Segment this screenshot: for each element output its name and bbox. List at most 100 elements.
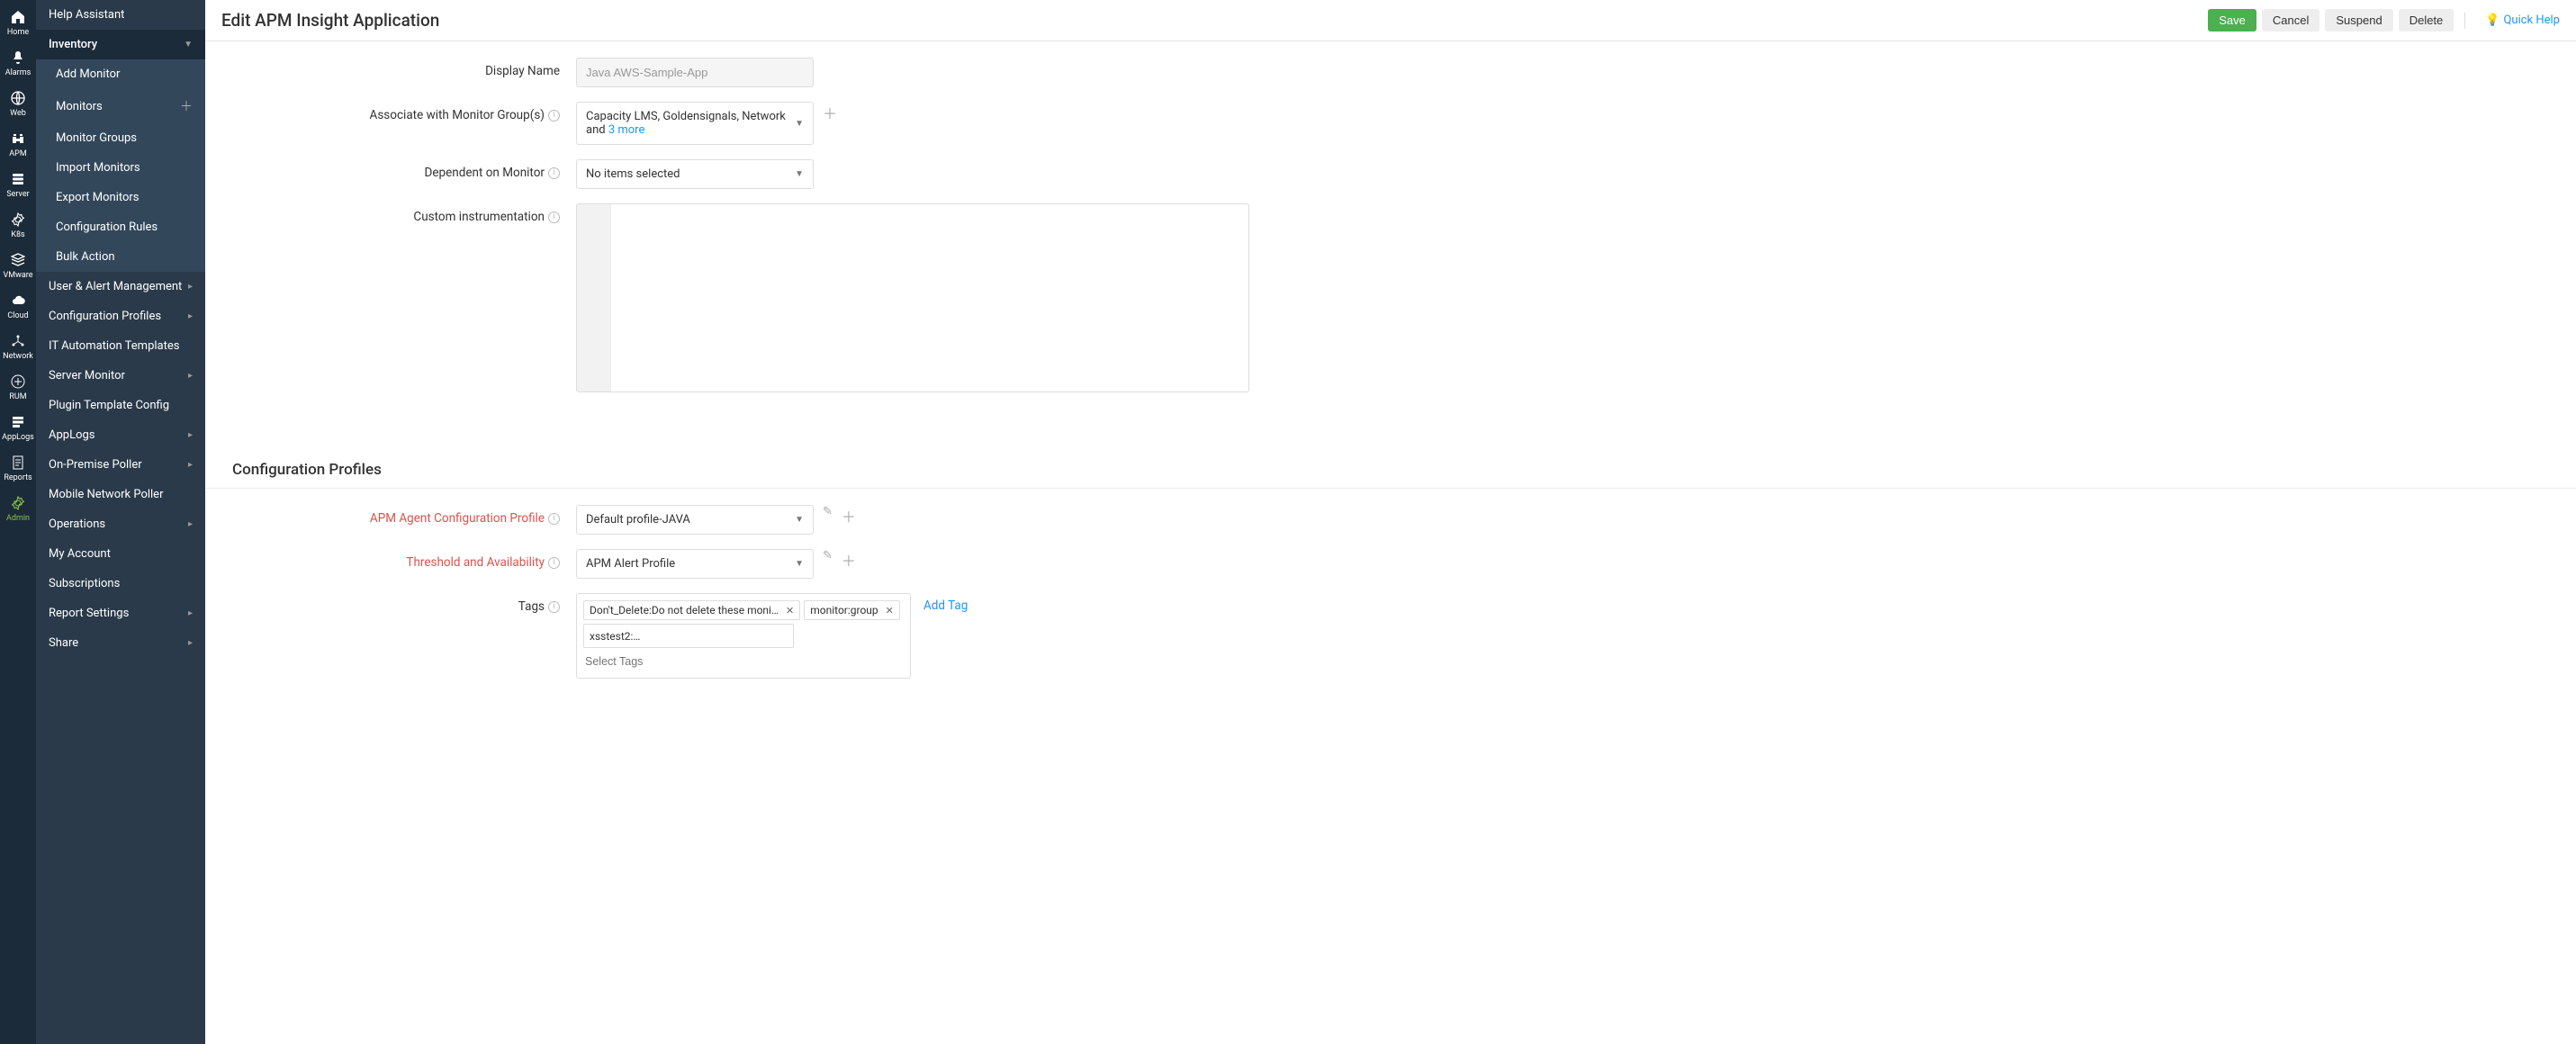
suspend-button[interactable]: Suspend (2325, 9, 2392, 32)
label-threshold[interactable]: Threshold and Availability i (232, 549, 576, 570)
sidebar-item-add-monitor[interactable]: Add Monitor (36, 59, 205, 89)
save-button[interactable]: Save (2208, 9, 2256, 32)
edit-icon[interactable]: ✎ (823, 505, 833, 518)
plus-icon[interactable]: ＋ (180, 97, 193, 115)
sidebar-item-import-monitors[interactable]: Import Monitors (36, 153, 205, 183)
sidebar-help-assistant[interactable]: Help Assistant (36, 0, 205, 30)
tags-input[interactable] (581, 650, 905, 673)
info-icon[interactable]: i (548, 513, 560, 525)
bulb-icon: 💡 (2485, 14, 2499, 27)
label-dependent-monitor: Dependent on Monitor i (232, 159, 576, 180)
sidebar-item-configuration-rules[interactable]: Configuration Rules (36, 212, 205, 242)
sidebar: Help Assistant Inventory ▼ Add MonitorMo… (36, 0, 205, 1044)
label-associate-group: Associate with Monitor Group(s) i (232, 102, 576, 122)
add-tag-link[interactable]: Add Tag (923, 593, 968, 613)
sidebar-item-applogs[interactable]: AppLogs▸ (36, 420, 205, 450)
label-tags: Tags i (232, 593, 576, 614)
sidebar-item-export-monitors[interactable]: Export Monitors (36, 183, 205, 212)
sidebar-item-configuration-profiles[interactable]: Configuration Profiles▸ (36, 302, 205, 331)
sidebar-item-bulk-action[interactable]: Bulk Action (36, 242, 205, 272)
rail-item-cloud[interactable]: Cloud (0, 287, 36, 328)
rail-item-home[interactable]: Home (0, 4, 36, 44)
tags-box[interactable]: Don't_Delete:Do not delete these moni…✕m… (576, 593, 911, 679)
apm-profile-select[interactable]: Default profile-JAVA ▼ (576, 505, 814, 535)
layers-icon (10, 252, 26, 268)
topbar: Edit APM Insight Application Save Cancel… (205, 0, 2576, 41)
page-title: Edit APM Insight Application (221, 10, 439, 31)
logs-icon (10, 414, 26, 430)
sidebar-item-label: Bulk Action (56, 250, 115, 264)
rail-item-rum[interactable]: RUM (0, 368, 36, 409)
sidebar-item-share[interactable]: Share▸ (36, 628, 205, 658)
sidebar-item-label: Subscriptions (49, 577, 120, 590)
rail-item-apm[interactable]: APM (0, 125, 36, 166)
cancel-button[interactable]: Cancel (2262, 9, 2319, 32)
add-icon[interactable]: ＋ (842, 549, 856, 571)
add-group-icon[interactable]: ＋ (823, 102, 837, 123)
binoc-icon (10, 130, 26, 147)
sidebar-item-operations[interactable]: Operations▸ (36, 509, 205, 539)
chevron-down-icon: ▼ (795, 169, 804, 179)
custom-instrumentation-editor[interactable] (576, 203, 1249, 392)
quick-help-label: Quick Help (2503, 14, 2560, 27)
edit-icon[interactable]: ✎ (823, 549, 833, 562)
sidebar-item-label: On-Premise Poller (49, 458, 142, 472)
rail-item-admin[interactable]: Admin (0, 490, 36, 530)
sidebar-item-server-monitor[interactable]: Server Monitor▸ (36, 361, 205, 391)
sidebar-item-on-premise-poller[interactable]: On-Premise Poller▸ (36, 450, 205, 480)
rail-item-k8s[interactable]: K8s (0, 206, 36, 247)
sidebar-header-label: Inventory (49, 38, 97, 51)
info-icon[interactable]: i (548, 167, 560, 179)
info-icon[interactable]: i (548, 110, 560, 122)
gear-icon (10, 495, 26, 511)
more-link[interactable]: 3 more (608, 123, 645, 137)
sidebar-item-mobile-network-poller[interactable]: Mobile Network Poller (36, 480, 205, 509)
dependent-monitor-select[interactable]: No items selected ▼ (576, 159, 814, 189)
sidebar-item-it-automation-templates[interactable]: IT Automation Templates (36, 331, 205, 361)
sidebar-item-monitors[interactable]: Monitors ＋ (36, 89, 205, 123)
sidebar-item-monitor-groups[interactable]: Monitor Groups (36, 123, 205, 153)
threshold-select[interactable]: APM Alert Profile ▼ (576, 549, 814, 579)
tag-chip: Don't_Delete:Do not delete these moni…✕ (583, 600, 800, 620)
remove-tag-icon[interactable]: ✕ (886, 605, 894, 616)
info-icon[interactable]: i (548, 601, 560, 613)
quick-help-link[interactable]: 💡 Quick Help (2485, 14, 2560, 27)
tag-chip: monitor:group✕ (804, 600, 900, 620)
remove-tag-icon[interactable]: ✕ (786, 605, 794, 616)
display-name-input[interactable] (576, 58, 814, 87)
rail-item-server[interactable]: Server (0, 166, 36, 206)
label-apm-profile[interactable]: APM Agent Configuration Profile i (232, 505, 576, 526)
rail-item-reports[interactable]: Reports (0, 449, 36, 490)
rail-item-applogs[interactable]: AppLogs (0, 409, 36, 449)
delete-button[interactable]: Delete (2399, 9, 2454, 32)
associate-group-select[interactable]: Capacity LMS, Goldensignals, Network and… (576, 102, 814, 145)
rail-item-vmware[interactable]: VMware (0, 247, 36, 287)
rail-item-alarms[interactable]: Alarms (0, 44, 36, 85)
tag-label: xsstest2:✕ (590, 627, 788, 644)
sidebar-item-label: Configuration Profiles (49, 310, 161, 323)
bell-icon (10, 50, 26, 66)
label-custom-instrumentation: Custom instrumentation i (232, 203, 576, 224)
chevron-right-icon: ▸ (188, 638, 193, 648)
sidebar-item-label: Report Settings (49, 607, 129, 620)
sidebar-item-label: Monitors (56, 100, 103, 113)
main-content: Edit APM Insight Application Save Cancel… (205, 0, 2576, 1044)
sidebar-item-subscriptions[interactable]: Subscriptions (36, 569, 205, 598)
add-icon[interactable]: ＋ (842, 505, 856, 526)
sidebar-item-label: My Account (49, 547, 111, 561)
sidebar-item-report-settings[interactable]: Report Settings▸ (36, 598, 205, 628)
rail-item-network[interactable]: Network (0, 328, 36, 368)
info-icon[interactable]: i (548, 212, 560, 223)
sidebar-item-label: Server Monitor (49, 369, 125, 382)
grid-icon (10, 374, 26, 390)
rail-label: Home (7, 28, 29, 37)
info-icon[interactable]: i (548, 557, 560, 569)
sidebar-item-user-alert-management[interactable]: User & Alert Management▸ (36, 272, 205, 302)
sidebar-item-my-account[interactable]: My Account (36, 539, 205, 569)
editor-body[interactable] (611, 204, 1248, 392)
rail-item-web[interactable]: Web (0, 85, 36, 125)
nav-rail: Home AlarmsWebAPMServerK8sVMwareCloudNetw… (0, 0, 36, 1044)
sidebar-item-plugin-template-config[interactable]: Plugin Template Config (36, 391, 205, 420)
sidebar-inventory-header[interactable]: Inventory ▼ (36, 30, 205, 59)
chevron-right-icon: ▸ (188, 430, 193, 440)
